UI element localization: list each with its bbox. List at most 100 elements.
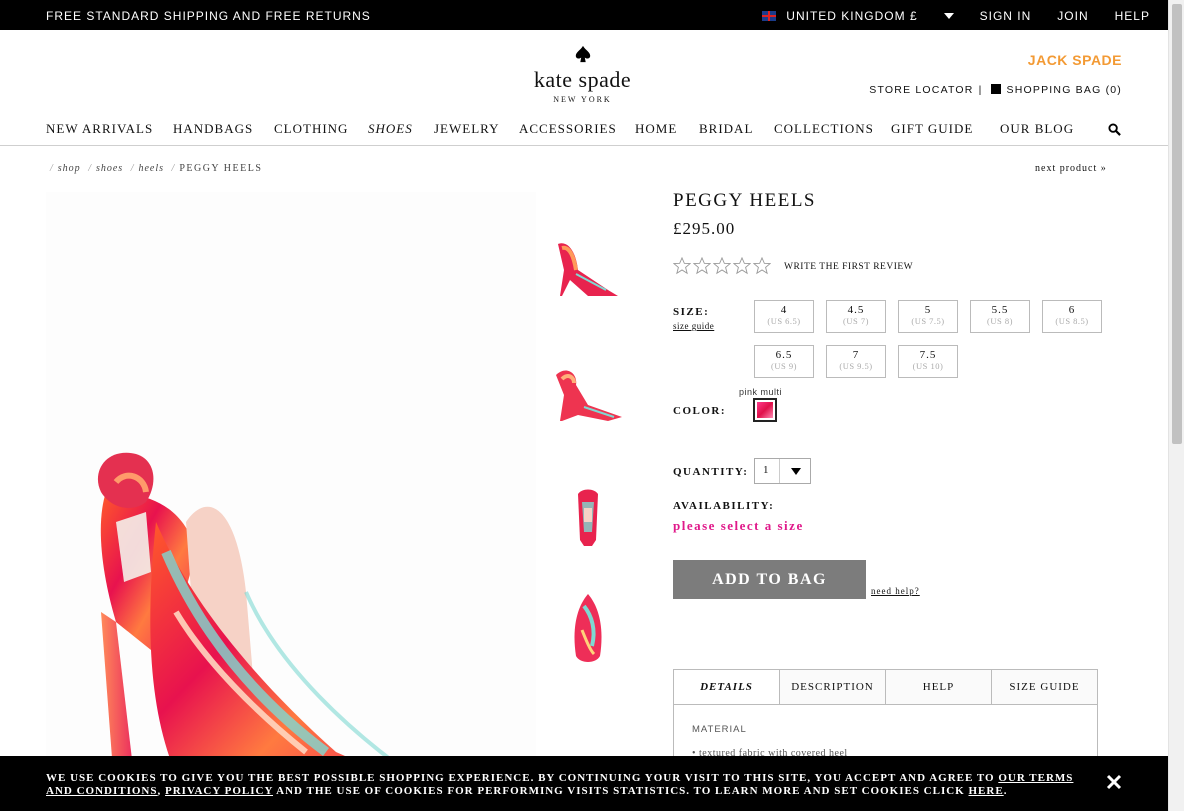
breadcrumb: / shop / shoes / heels / PEGGY HEELS [50,163,263,174]
product-thumbnail[interactable] [548,230,628,310]
size-option[interactable]: 5.5 (US 8) [970,300,1030,333]
utility-links: STORE LOCATOR | SHOPPING BAG (0) [869,84,1122,96]
quantity-select[interactable]: 1 [754,458,811,484]
star-empty-icon [673,257,691,275]
jack-spade-link[interactable]: JACK SPADE [1028,52,1122,68]
close-icon[interactable] [1106,774,1122,790]
size-us: (US 10) [912,361,944,371]
nav-clothing[interactable]: CLOTHING [274,121,348,137]
write-review-link[interactable]: WRITE THE FIRST REVIEW [784,262,913,272]
store-locator-link[interactable]: STORE LOCATOR [869,84,973,96]
top-bar: FREE STANDARD SHIPPING AND FREE RETURNS … [0,0,1168,30]
nav-our-blog[interactable]: OUR BLOG [1000,121,1074,137]
brand-name: kate spade [533,67,632,92]
star-empty-icon [713,257,731,275]
size-us: (US 6.5) [767,316,801,326]
material-heading: MATERIAL [692,724,747,735]
nav-bridal[interactable]: BRIDAL [699,121,753,137]
product-thumbnail[interactable] [548,590,628,670]
availability-label: AVAILABILITY: [673,500,775,512]
size-us: (US 8.5) [1055,316,1089,326]
scrollbar[interactable] [1168,0,1184,811]
size-option[interactable]: 7 (US 9.5) [826,345,886,378]
star-empty-icon [693,257,711,275]
size-uk: 7.5 [919,349,937,361]
size-us: (US 7) [843,316,869,326]
nav-collections[interactable]: COLLECTIONS [774,121,874,137]
sign-in-link[interactable]: SIGN IN [980,9,1032,23]
country-selector[interactable]: UNITED KINGDOM £ [736,9,954,23]
chevron-down-icon[interactable] [779,459,811,483]
privacy-link[interactable]: PRIVACY POLICY [165,785,273,797]
size-us: (US 9) [771,361,797,371]
nav-jewelry[interactable]: JEWELRY [434,121,500,137]
nav-shoes[interactable]: SHOES [368,121,413,137]
cookie-banner: WE USE COOKIES TO GIVE YOU THE BEST POSS… [0,756,1168,811]
size-uk: 7 [852,349,860,361]
spade-icon [575,45,590,63]
breadcrumb-shoes[interactable]: shoes [96,163,123,174]
shopping-bag-link[interactable]: SHOPPING BAG (0) [1007,84,1122,96]
shopping-bag-icon[interactable] [990,84,1001,94]
brand-logo[interactable]: kate spade NEW YORK [510,45,655,104]
size-option[interactable]: 5 (US 7.5) [898,300,958,333]
help-link[interactable]: HELP [1115,9,1150,23]
cookie-here-link[interactable]: HERE [969,785,1004,797]
size-uk: 6 [1068,304,1076,316]
search-icon[interactable] [1108,123,1121,136]
size-uk: 5.5 [991,304,1009,316]
rating-stars [673,257,773,275]
nav-gift-guide[interactable]: GIFT GUIDE [891,121,973,137]
cookie-text-1: WE USE COOKIES TO GIVE YOU THE BEST POSS… [46,772,999,784]
nav-handbags[interactable]: HANDBAGS [173,121,253,137]
size-option[interactable]: 4 (US 6.5) [754,300,814,333]
size-option[interactable]: 6.5 (US 9) [754,345,814,378]
product-price: £295.00 [673,219,736,238]
tab-details[interactable]: DETAILS [674,670,779,704]
cookie-text-2: AND THE USE OF COOKIES FOR PERFORMING VI… [273,785,969,797]
size-option[interactable]: 6 (US 8.5) [1042,300,1102,333]
size-us: (US 8) [987,316,1013,326]
size-option[interactable]: 4.5 (US 7) [826,300,886,333]
tab-description[interactable]: DESCRIPTION [779,670,885,704]
next-product-link[interactable]: next product » [1035,163,1107,174]
size-uk: 5 [924,304,932,316]
tab-size-guide[interactable]: SIZE GUIDE [991,670,1097,704]
caret-down-icon [943,13,954,19]
utility-separator: | [978,84,983,96]
shipping-promo: FREE STANDARD SHIPPING AND FREE RETURNS [46,9,371,23]
product-thumbnail[interactable] [548,355,628,435]
color-label: COLOR: [673,405,726,417]
nav-home[interactable]: HOME [635,121,677,137]
add-to-bag-button[interactable]: ADD TO BAG [673,560,866,599]
scrollbar-thumb[interactable] [1172,4,1182,444]
size-us: (US 7.5) [911,316,945,326]
nav-accessories[interactable]: ACCESSORIES [519,121,617,137]
tab-help[interactable]: HELP [885,670,991,704]
main-nav: NEW ARRIVALS HANDBAGS CLOTHING SHOES JEW… [46,121,1126,139]
cookie-end: . [1003,785,1008,797]
star-empty-icon [733,257,751,275]
nav-divider [0,145,1168,146]
need-help-link[interactable]: need help? [871,586,920,596]
join-link[interactable]: JOIN [1057,9,1088,23]
main-product-image[interactable] [46,192,536,811]
breadcrumb-shop[interactable]: shop [58,163,81,174]
star-empty-icon [753,257,771,275]
color-swatch[interactable] [753,398,777,422]
size-guide-link[interactable]: size guide [673,321,714,331]
breadcrumb-current: PEGGY HEELS [179,163,263,174]
size-us: (US 9.5) [839,361,873,371]
size-option[interactable]: 7.5 (US 10) [898,345,958,378]
country-label: UNITED KINGDOM £ [786,9,918,23]
cookie-sep: , [157,785,165,797]
product-title: PEGGY HEELS [673,190,816,211]
breadcrumb-heels[interactable]: heels [138,163,164,174]
nav-new-arrivals[interactable]: NEW ARRIVALS [46,121,153,137]
size-uk: 4 [780,304,788,316]
quantity-label: QUANTITY: [673,466,749,478]
color-name: pink multi [739,387,783,397]
product-thumbnail[interactable] [548,480,628,560]
cookie-text: WE USE COOKIES TO GIVE YOU THE BEST POSS… [46,772,1086,798]
brand-subtitle: NEW YORK [553,95,612,104]
